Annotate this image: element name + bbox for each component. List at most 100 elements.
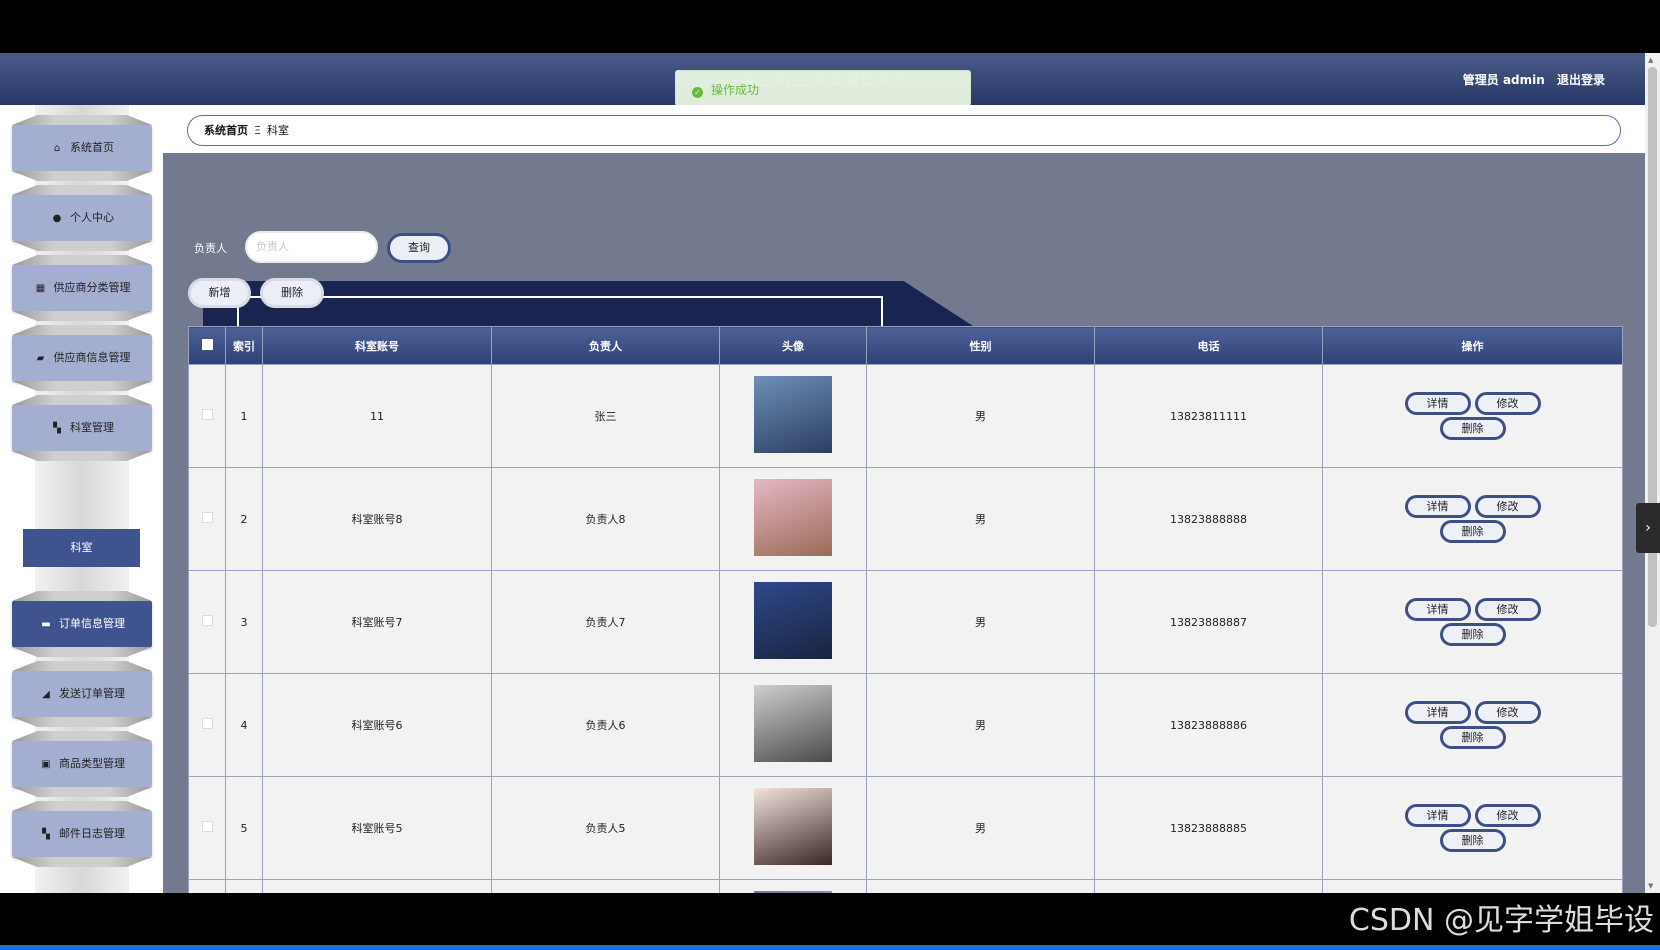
- cell-gender: 男: [866, 879, 1095, 893]
- row-checkbox[interactable]: [201, 615, 213, 626]
- user-label: 管理员 admin: [1462, 73, 1545, 87]
- sidebar-item-product-type[interactable]: ▣ 商品类型管理: [12, 741, 152, 787]
- sidebar-item-order-info[interactable]: ▬ 订单信息管理: [12, 601, 152, 647]
- table-row: 1 11 张三男 13823811111 详情 修改 删除: [188, 364, 1623, 468]
- cell-manager: 负责人8: [491, 467, 720, 571]
- breadcrumb: 系统首页 Ξ 科室: [187, 115, 1621, 146]
- chevron-right-icon[interactable]: ›: [1636, 503, 1660, 553]
- sidebar-item-label: 供应商分类管理: [53, 281, 131, 294]
- decorative-frame: [237, 296, 883, 326]
- sidebar-item-mail-log[interactable]: ▚ 邮件日志管理: [12, 811, 152, 857]
- sidebar-item-label: 个人中心: [70, 211, 114, 224]
- sidebar-item-label: 供应商信息管理: [53, 351, 131, 364]
- cell-phone: 13823888884: [1094, 879, 1323, 893]
- sidebar-item-supplier-info[interactable]: ▰ 供应商信息管理: [12, 335, 152, 381]
- cell-actions: 详情修改删除: [1322, 879, 1623, 893]
- edit-button[interactable]: 修改: [1474, 598, 1541, 621]
- row-checkbox[interactable]: [201, 409, 213, 420]
- add-button[interactable]: 新增: [188, 278, 251, 308]
- row-checkbox-cell: [188, 364, 226, 468]
- column-header: 头像: [719, 326, 867, 365]
- avatar: [754, 685, 832, 762]
- select-all-header: [188, 326, 226, 365]
- row-delete-button[interactable]: 删除: [1439, 829, 1506, 852]
- top-header: 供应商企业档案管理系统 管理员 admin 退出登录 ✓操作成功: [0, 53, 1645, 106]
- row-checkbox-cell: [188, 879, 226, 893]
- column-header: 索引: [225, 326, 263, 365]
- detail-button[interactable]: 详情: [1404, 804, 1471, 827]
- user-info: 管理员 admin 退出登录: [1455, 71, 1605, 88]
- detail-button[interactable]: 详情: [1404, 701, 1471, 724]
- row-delete-button[interactable]: 删除: [1439, 520, 1506, 543]
- cell-account: 科室账号6: [262, 673, 492, 777]
- edit-button[interactable]: 修改: [1474, 804, 1541, 827]
- sidebar-item-profile[interactable]: ● 个人中心: [12, 195, 152, 241]
- avatar: [754, 582, 832, 659]
- success-toast: ✓ 操作成功: [675, 70, 971, 106]
- row-checkbox[interactable]: [201, 718, 213, 729]
- table-row: 5 科室账号5 负责人5 男 13823888885 详情 修改 删除: [188, 776, 1623, 880]
- row-checkbox[interactable]: [201, 821, 213, 832]
- edit-button[interactable]: 修改: [1474, 392, 1541, 415]
- row-delete-button[interactable]: 删除: [1439, 726, 1506, 749]
- cell-actions: 详情修改删除: [1322, 467, 1623, 571]
- sidebar-item-send-order[interactable]: ◢ 发送订单管理: [12, 671, 152, 717]
- sidebar-item-label: 商品类型管理: [59, 757, 125, 770]
- vertical-scrollbar[interactable]: ▲ ▼: [1645, 53, 1660, 893]
- cell-gender: 男: [866, 570, 1095, 674]
- cell-avatar: [719, 364, 867, 468]
- cell-avatar: [719, 673, 867, 777]
- cell-gender: 男: [866, 467, 1095, 571]
- table-header-row: 索引 科室账号 负责人 头像 性别 电话 操作: [188, 326, 1623, 365]
- column-header: 科室账号: [262, 326, 492, 365]
- apps-icon: ▚: [42, 829, 50, 840]
- cell-account: 科室账号5: [262, 776, 492, 880]
- cell-index: 4: [225, 673, 263, 777]
- sidebar-item-label: 发送订单管理: [59, 687, 125, 700]
- cell-gender: 男: [866, 673, 1095, 777]
- cell-actions: 详情修改删除: [1322, 673, 1623, 777]
- detail-button[interactable]: 详情: [1404, 392, 1471, 415]
- cell-phone: 13823888885: [1094, 776, 1323, 880]
- cell-actions: 详情修改删除: [1322, 776, 1623, 880]
- row-checkbox[interactable]: [201, 512, 213, 523]
- watermark: CSDN @见字学姐毕设: [1348, 903, 1654, 938]
- submenu-department[interactable]: 科室: [23, 529, 140, 567]
- row-checkbox-cell: [188, 570, 226, 674]
- table-row: 2 科室账号8 负责人8 男 13823888888 详情 修改 删除: [188, 467, 1623, 571]
- scroll-up-icon[interactable]: ▲: [1648, 56, 1653, 64]
- cell-actions: 详情修改删除: [1322, 364, 1623, 468]
- sidebar-item-supplier-category[interactable]: ▦ 供应商分类管理: [12, 265, 152, 311]
- cell-account: 11: [262, 364, 492, 468]
- breadcrumb-current: 科室: [266, 124, 289, 137]
- detail-button[interactable]: 详情: [1404, 598, 1471, 621]
- check-circle-icon: ✓: [692, 87, 703, 98]
- breadcrumb-separator: Ξ: [254, 124, 261, 137]
- row-checkbox-cell: [188, 467, 226, 571]
- avatar: [754, 479, 832, 556]
- toast-message: 操作成功: [711, 83, 760, 97]
- sidebar-item-home[interactable]: ⌂ 系统首页: [12, 125, 152, 171]
- breadcrumb-home[interactable]: 系统首页: [204, 124, 248, 137]
- edit-button[interactable]: 修改: [1474, 701, 1541, 724]
- cell-phone: 13823811111: [1094, 364, 1323, 468]
- cell-manager: 负责人7: [491, 570, 720, 674]
- row-delete-button[interactable]: 删除: [1439, 623, 1506, 646]
- scroll-down-icon[interactable]: ▼: [1648, 882, 1653, 890]
- select-all-checkbox[interactable]: [201, 338, 213, 350]
- edit-button[interactable]: 修改: [1474, 495, 1541, 518]
- sidebar-item-label: 订单信息管理: [59, 617, 125, 630]
- cell-index: 1: [225, 364, 263, 468]
- delete-button[interactable]: 删除: [260, 278, 324, 308]
- cell-account: 科室账号8: [262, 467, 492, 571]
- logout-link[interactable]: 退出登录: [1557, 73, 1605, 87]
- cell-manager: 负责人4: [491, 879, 720, 893]
- sidebar-item-label: 科室管理: [70, 421, 114, 434]
- manager-search-input[interactable]: [245, 231, 378, 263]
- sidebar: ⌂ 系统首页 ● 个人中心 ▦ 供应商分类管理 ▰ 供应商信息管理 ▚ 科室管理 科室 ▬…: [0, 105, 163, 893]
- sidebar-item-department[interactable]: ▚ 科室管理: [12, 405, 152, 451]
- detail-button[interactable]: 详情: [1404, 495, 1471, 518]
- cell-gender: 男: [866, 776, 1095, 880]
- query-button[interactable]: 查询: [387, 233, 451, 263]
- row-delete-button[interactable]: 删除: [1439, 417, 1506, 440]
